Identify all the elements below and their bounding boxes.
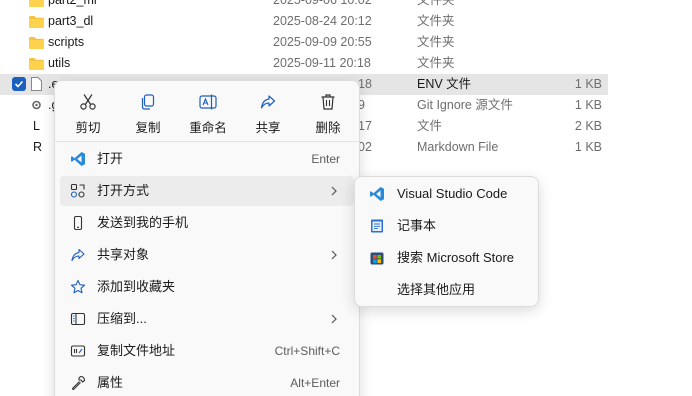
file-type: 文件 [417,119,443,133]
menu-item-label: 复制文件地址 [97,343,176,358]
share-label: 共享 [255,121,281,135]
vscode-icon [370,187,384,201]
submenu-item-label: 记事本 [397,218,437,233]
menu-item-add-favorites[interactable]: 添加到收藏夹 [60,272,354,302]
file-row[interactable]: utils 2025-09-11 20:18 文件夹 [0,53,608,74]
folder-icon [29,58,44,70]
menu-item-open[interactable]: 打开 Enter [60,144,354,174]
menu-item-label: 打开方式 [97,183,150,198]
file-size: 1 KB [574,77,602,91]
file-size: 1 KB [574,140,602,154]
file-date: 2025-09-06 10:02 [273,0,372,7]
menu-item-label: 添加到收藏夹 [97,279,176,294]
copy-button[interactable]: 复制 [122,87,174,135]
menu-item-label: 属性 [97,375,124,390]
file-size: 1 KB [574,98,602,112]
folder-icon [29,37,44,49]
submenu-item-notepad[interactable]: 记事本 [359,211,535,241]
submenu-item-label: Visual Studio Code [397,186,508,201]
open-with-icon [70,183,85,198]
file-name: R [33,140,43,154]
rename-icon [199,94,217,110]
menu-item-share-with[interactable]: 共享对象 [60,240,354,270]
file-size: 2 KB [574,119,602,133]
file-type: ENV 文件 [417,77,472,91]
submenu-item-store[interactable]: 搜索 Microsoft Store [359,243,535,273]
copy-icon [141,94,155,110]
folder-icon [29,16,44,28]
file-date: 2025-09-09 20:55 [273,35,372,49]
menu-item-copy-path[interactable]: 复制文件地址 Ctrl+Shift+C [60,336,354,366]
zip-icon [70,312,86,326]
submenu-item-vscode[interactable]: Visual Studio Code [359,179,535,209]
copy-path-icon [70,345,86,357]
context-menu: 剪切 复制 重命名 共享 删除 打开 Enter 打开方式 发送到我的手机 共享… [54,80,360,396]
file-date: 2025-09-11 20:18 [273,56,371,70]
cut-button[interactable]: 剪切 [62,87,114,135]
file-date: 18 [358,77,372,91]
share-button[interactable]: 共享 [242,87,294,135]
vscode-icon [71,152,85,166]
share-icon [260,95,276,109]
menu-item-open-with[interactable]: 打开方式 [60,176,354,206]
chevron-right-icon [331,250,337,260]
phone-icon [73,215,83,231]
submenu-item-label: 选择其他应用 [397,282,476,297]
copy-label: 复制 [135,121,161,135]
menu-divider [55,141,359,142]
file-type: 文件夹 [417,0,455,7]
gear-file-icon [32,100,41,110]
delete-button[interactable]: 删除 [302,87,354,135]
file-row[interactable]: scripts 2025-09-09 20:55 文件夹 [0,32,608,53]
file-type: 文件夹 [417,35,455,49]
menu-item-label: 打开 [97,151,124,166]
file-date: 02 [358,140,372,154]
cut-label: 剪切 [75,121,101,135]
file-name: utils [48,56,71,70]
file-row[interactable]: part3_dl 2025-08-24 20:12 文件夹 [0,11,608,32]
file-name: scripts [48,35,85,49]
file-type: 文件夹 [417,56,455,70]
delete-label: 删除 [315,121,341,135]
file-date: 17 [358,119,372,133]
file-type: Markdown File [417,140,499,154]
menu-item-shortcut: Alt+Enter [290,376,340,390]
rename-label: 重命名 [189,121,227,135]
menu-item-shortcut: Ctrl+Shift+C [274,344,340,358]
selection-checkbox[interactable] [12,77,26,91]
menu-item-compress[interactable]: 压缩到... [60,304,354,334]
menu-item-label: 压缩到... [97,311,147,326]
wrench-icon [71,375,86,391]
file-type: Git Ignore 源文件 [417,98,513,112]
file-type: 文件夹 [417,14,455,28]
file-icon [31,77,42,91]
file-name: part3_dl [48,14,94,28]
file-date: 2025-08-24 20:12 [273,14,372,28]
file-name: L [33,119,40,133]
share-icon [71,248,85,262]
file-name: part2_ml [48,0,97,7]
file-row[interactable]: part2_ml 2025-09-06 10:02 文件夹 [0,0,608,11]
menu-item-shortcut: Enter [311,152,340,166]
menu-item-label: 共享对象 [97,247,150,262]
folder-icon [29,0,44,7]
chevron-right-icon [331,314,337,324]
submenu-item-label: 搜索 Microsoft Store [397,250,515,265]
scissors-icon [80,94,96,110]
menu-item-send-to-phone[interactable]: 发送到我的手机 [60,208,354,238]
open-with-submenu: Visual Studio Code 记事本 搜索 Microsoft Stor… [354,176,539,307]
menu-item-label: 发送到我的手机 [97,215,189,230]
notepad-icon [371,219,383,233]
star-icon [70,279,86,294]
rename-button[interactable]: 重命名 [182,87,234,135]
trash-icon [321,94,335,110]
menu-item-properties[interactable]: 属性 Alt+Enter [60,368,354,396]
submenu-item-choose-other-app[interactable]: 选择其他应用 [359,275,535,305]
quick-action-bar: 剪切 复制 重命名 共享 删除 [55,81,359,137]
chevron-right-icon [331,186,337,196]
store-icon [370,252,384,265]
